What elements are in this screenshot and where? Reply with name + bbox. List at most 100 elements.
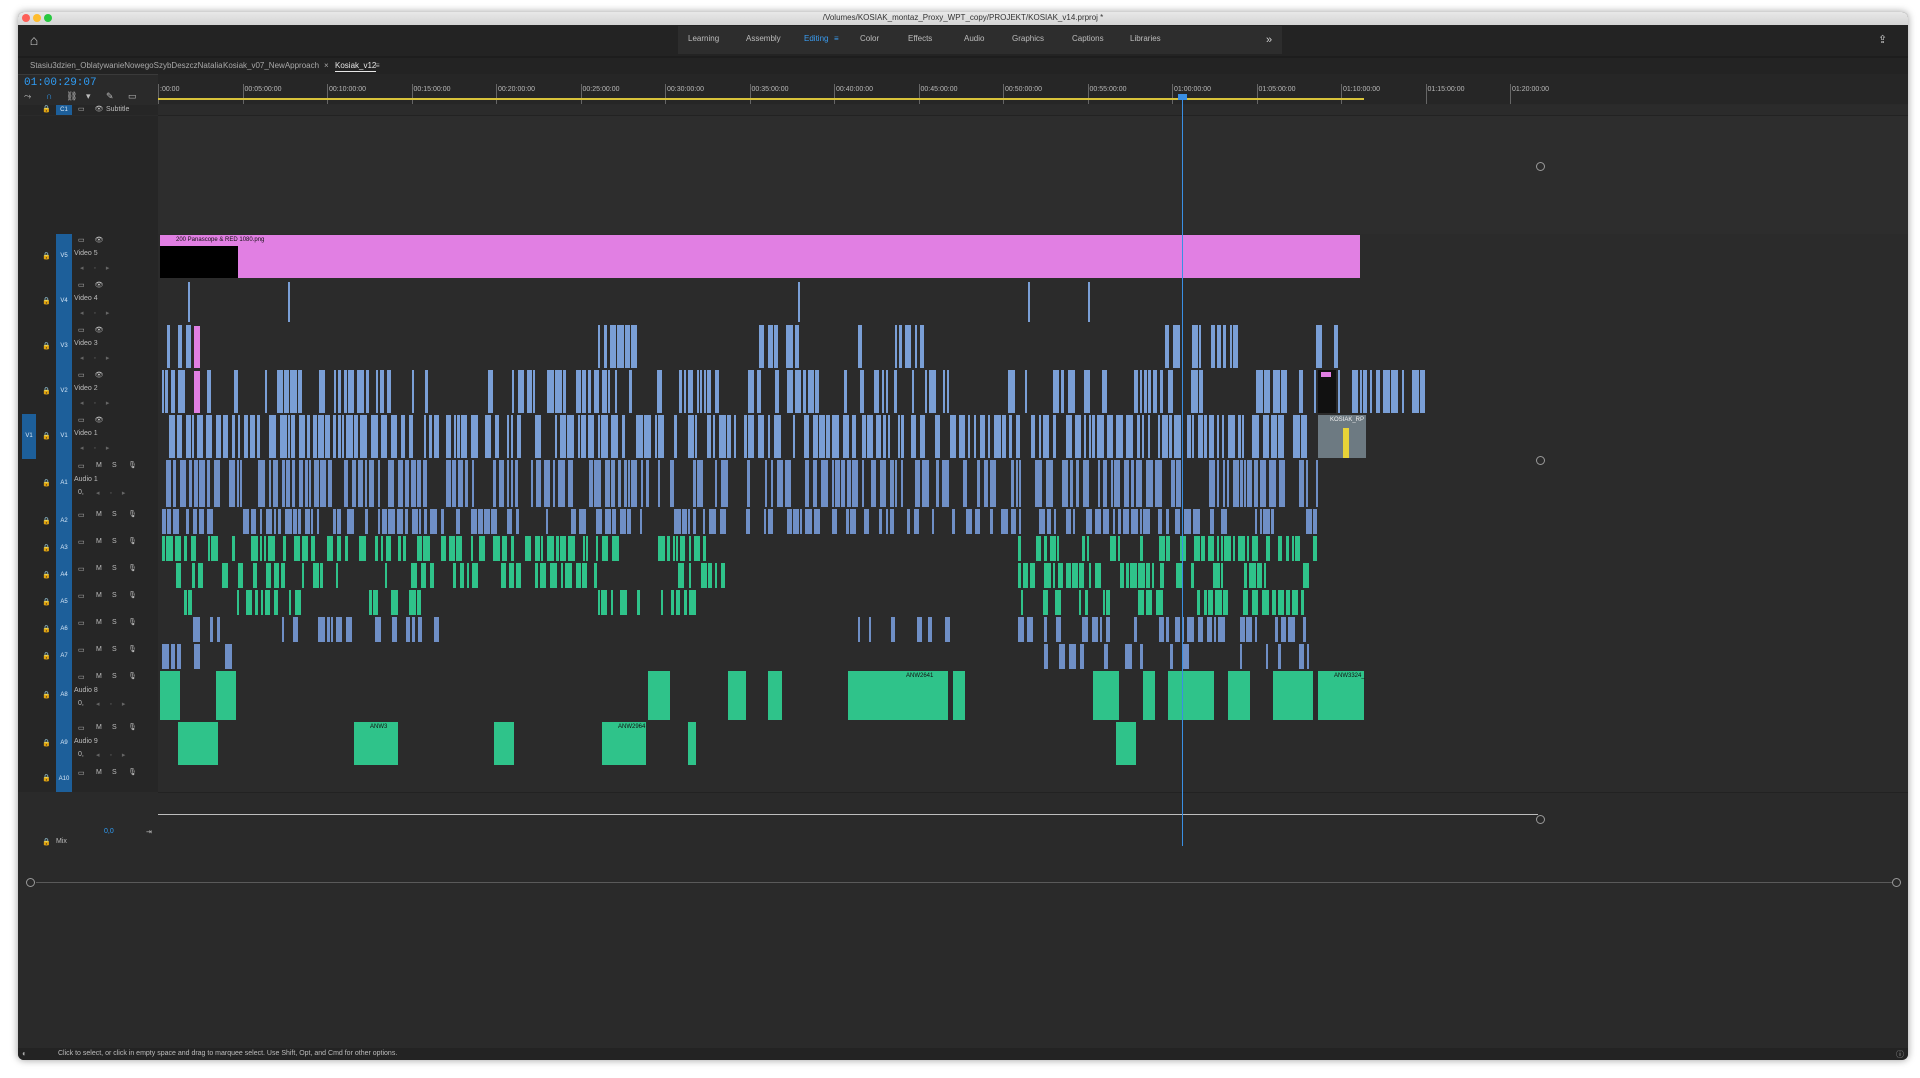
audio-clip[interactable]: [375, 536, 378, 561]
audio-clip[interactable]: [1254, 460, 1258, 507]
audio-clip[interactable]: [688, 722, 696, 765]
audio-clip[interactable]: [1221, 536, 1223, 561]
audio-clip[interactable]: [832, 460, 834, 507]
lock-icon[interactable]: 🔒: [42, 838, 51, 846]
audio-clip[interactable]: [703, 509, 705, 534]
video-clip[interactable]: [1097, 415, 1104, 458]
video-clip[interactable]: [371, 415, 378, 458]
video-clip[interactable]: [905, 325, 911, 368]
video-clip[interactable]: [507, 415, 509, 458]
video-clip[interactable]: [1169, 415, 1172, 458]
video-clip[interactable]: [813, 415, 818, 458]
toggle-output-icon[interactable]: ▭ 👁: [78, 105, 107, 113]
audio-clip[interactable]: [1278, 590, 1284, 615]
video-clip[interactable]: [518, 370, 524, 413]
track-target-a2[interactable]: A2: [56, 508, 72, 535]
video-clip[interactable]: [188, 282, 190, 322]
audio-clip[interactable]: [814, 509, 820, 534]
audio-clip[interactable]: [1125, 644, 1132, 669]
track-lane-a10[interactable]: [158, 766, 1908, 793]
audio-clip[interactable]: [1095, 509, 1101, 534]
toggle-sync-lock-icon[interactable]: ▭ 👁: [78, 371, 107, 379]
mute-button[interactable]: M: [96, 511, 102, 518]
video-clip[interactable]: [223, 415, 228, 458]
video-clip[interactable]: [787, 370, 793, 413]
audio-clip[interactable]: [1299, 644, 1304, 669]
video-clip[interactable]: [533, 370, 535, 413]
video-clip[interactable]: [832, 415, 839, 458]
video-clip[interactable]: [434, 415, 439, 458]
audio-clip[interactable]: [381, 536, 383, 561]
audio-clip[interactable]: [494, 722, 514, 765]
audio-clip[interactable]: [631, 460, 637, 507]
video-clip[interactable]: [1075, 415, 1081, 458]
audio-clip[interactable]: [260, 509, 262, 534]
video-clip[interactable]: [1102, 370, 1107, 413]
video-clip[interactable]: [250, 415, 255, 458]
audio-clip[interactable]: [1244, 460, 1246, 507]
video-clip[interactable]: [1066, 415, 1072, 458]
audio-clip[interactable]: [915, 460, 920, 507]
audio-clip[interactable]: [289, 590, 291, 615]
video-clip[interactable]: [844, 370, 847, 413]
video-clip[interactable]: [748, 370, 754, 413]
audio-clip[interactable]: [800, 509, 802, 534]
track-target-a4[interactable]: A4: [56, 562, 72, 589]
audio-clip[interactable]: [879, 509, 882, 534]
audio-clip[interactable]: [596, 509, 602, 534]
audio-clip[interactable]: [273, 460, 278, 507]
video-clip[interactable]: [615, 370, 617, 413]
toggle-sync-lock-icon[interactable]: ▭: [78, 619, 89, 627]
audio-clip[interactable]: [295, 590, 301, 615]
video-clip[interactable]: [793, 415, 795, 458]
audio-clip[interactable]: [1303, 563, 1309, 588]
lock-icon[interactable]: 🔒: [42, 342, 51, 350]
audio-clip[interactable]: [658, 536, 665, 561]
audio-clip[interactable]: [320, 563, 323, 588]
audio-clip[interactable]: [583, 536, 585, 561]
audio-clip[interactable]: [260, 536, 262, 561]
audio-clip[interactable]: [1019, 460, 1021, 507]
audio-clip[interactable]: [484, 509, 490, 534]
audio-clip[interactable]: [1131, 460, 1134, 507]
audio-clip[interactable]: [194, 460, 198, 507]
video-clip[interactable]: [1238, 415, 1241, 458]
toggle-sync-lock-icon[interactable]: ▭: [78, 724, 89, 732]
video-clip[interactable]: [1370, 370, 1372, 413]
audio-clip[interactable]: [688, 509, 690, 534]
audio-clip[interactable]: [1240, 644, 1242, 669]
audio-clip[interactable]: [720, 509, 726, 534]
toggle-sync-lock-icon[interactable]: ▭: [78, 673, 89, 681]
audio-clip[interactable]: [611, 460, 615, 507]
audio-clip[interactable]: [1106, 590, 1110, 615]
audio-clip[interactable]: [1278, 644, 1281, 669]
keyframe-nav-icon[interactable]: ◂ ◦ ▸: [96, 489, 129, 497]
toggle-sync-lock-icon[interactable]: ▭ 👁: [78, 326, 107, 334]
video-clip[interactable]: [808, 370, 814, 413]
audio-clip[interactable]: [207, 509, 213, 534]
video-clip[interactable]: [1228, 415, 1235, 458]
voiceover-mic-icon[interactable]: 🎙: [128, 768, 137, 776]
video-clip[interactable]: [1217, 415, 1219, 458]
video-clip[interactable]: [169, 415, 175, 458]
audio-clip[interactable]: [1247, 460, 1252, 507]
audio-clip[interactable]: [684, 590, 687, 615]
audio-clip[interactable]: [689, 590, 696, 615]
audio-clip[interactable]: [586, 536, 588, 561]
video-clip[interactable]: [1334, 325, 1338, 368]
audio-clip[interactable]: [907, 509, 910, 534]
audio-clip[interactable]: [298, 509, 301, 534]
audio-clip[interactable]: [352, 460, 356, 507]
mute-button[interactable]: M: [96, 538, 102, 545]
audio-clip[interactable]: [682, 509, 687, 534]
audio-clip[interactable]: [1215, 590, 1222, 615]
audio-clip[interactable]: [417, 590, 421, 615]
audio-clip[interactable]: [785, 460, 791, 507]
audio-clip[interactable]: [963, 460, 967, 507]
video-clip[interactable]: [912, 370, 914, 413]
audio-clip[interactable]: [966, 509, 972, 534]
audio-clip[interactable]: [302, 536, 308, 561]
video-clip[interactable]: [244, 415, 248, 458]
audio-clip[interactable]: [1197, 590, 1200, 615]
audio-clip[interactable]: [253, 563, 257, 588]
